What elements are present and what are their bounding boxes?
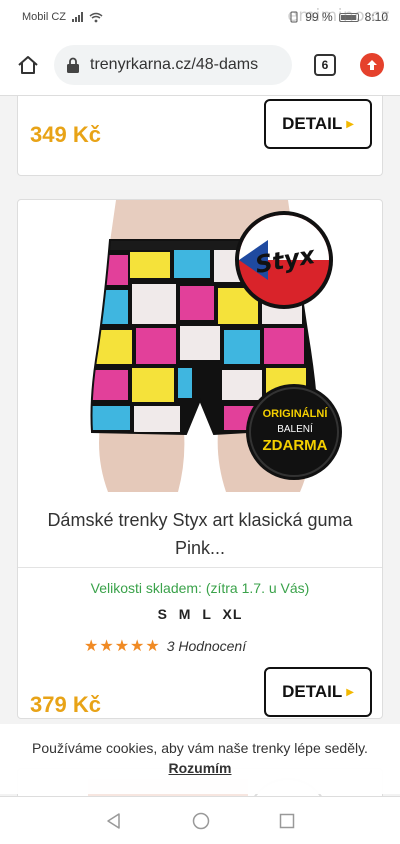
detail-button[interactable]: DETAIL ▶ — [264, 99, 372, 149]
product-card-previous: 349 Kč DETAIL ▶ — [17, 96, 383, 176]
home-circle-icon[interactable] — [192, 812, 210, 830]
caret-right-icon: ▶ — [346, 118, 354, 130]
home-button[interactable] — [10, 47, 46, 83]
browser-toolbar: trenyrkarna.cz/48-dams 6 — [0, 34, 400, 96]
tab-switcher-button[interactable]: 6 — [314, 53, 336, 76]
stock-info: Velikosti skladem: (zítra 1.7. u Vás) — [90, 580, 310, 596]
status-bar: Mobil CZ 99 % 8:10 emimino.cz — [0, 0, 400, 34]
rating-count: 3 Hodnocení — [166, 638, 247, 654]
product-price: 349 Kč — [30, 122, 101, 147]
signal-icon — [72, 12, 84, 22]
product-title[interactable]: Dámské trenky Styx art klasická guma Pin… — [28, 506, 372, 562]
divider — [18, 567, 382, 568]
badge-line-original: ORIGINÁLNÍ — [262, 408, 328, 420]
badge-line-packaging: BALENÍ — [277, 424, 313, 435]
cookie-message: Používáme cookies, aby vám naše trenky l… — [32, 740, 368, 756]
caret-right-icon: ▶ — [346, 686, 354, 698]
watermark: emimino.cz — [287, 6, 390, 26]
detail-button[interactable]: DETAIL ▶ — [264, 667, 372, 717]
wifi-icon — [89, 12, 103, 22]
back-icon[interactable] — [105, 812, 123, 830]
url-text: trenyrkarna.cz/48-dams — [90, 55, 259, 73]
star-rating-icon: ★★★★★ — [84, 638, 161, 655]
free-packaging-badge: ORIGINÁLNÍ BALENÍ ZDARMA — [252, 406, 338, 454]
home-icon — [18, 55, 38, 74]
carrier-name: Mobil CZ — [22, 11, 67, 23]
size-list: S M L XL — [157, 606, 243, 622]
system-navigation-bar — [0, 796, 400, 844]
detail-label: DETAIL — [282, 114, 343, 133]
lock-icon — [67, 57, 79, 73]
update-button[interactable] — [360, 52, 384, 77]
cookie-accept-link[interactable]: Rozumím — [169, 760, 232, 776]
address-bar[interactable]: trenyrkarna.cz/48-dams — [54, 44, 292, 85]
product-card[interactable]: Styx ORIGINÁLNÍ BALENÍ ZDARMA Dámské tre… — [17, 199, 383, 719]
arrow-up-icon — [367, 59, 377, 70]
detail-label: DETAIL — [282, 682, 343, 701]
cookie-banner: Používáme cookies, aby vám naše trenky l… — [0, 724, 400, 794]
product-image[interactable]: Styx ORIGINÁLNÍ BALENÍ ZDARMA — [18, 200, 382, 492]
product-price: 379 Kč — [30, 692, 101, 717]
recents-icon[interactable] — [279, 813, 295, 829]
badge-line-free: ZDARMA — [262, 437, 328, 454]
rating: ★★★★★ 3 Hodnocení — [84, 636, 246, 656]
